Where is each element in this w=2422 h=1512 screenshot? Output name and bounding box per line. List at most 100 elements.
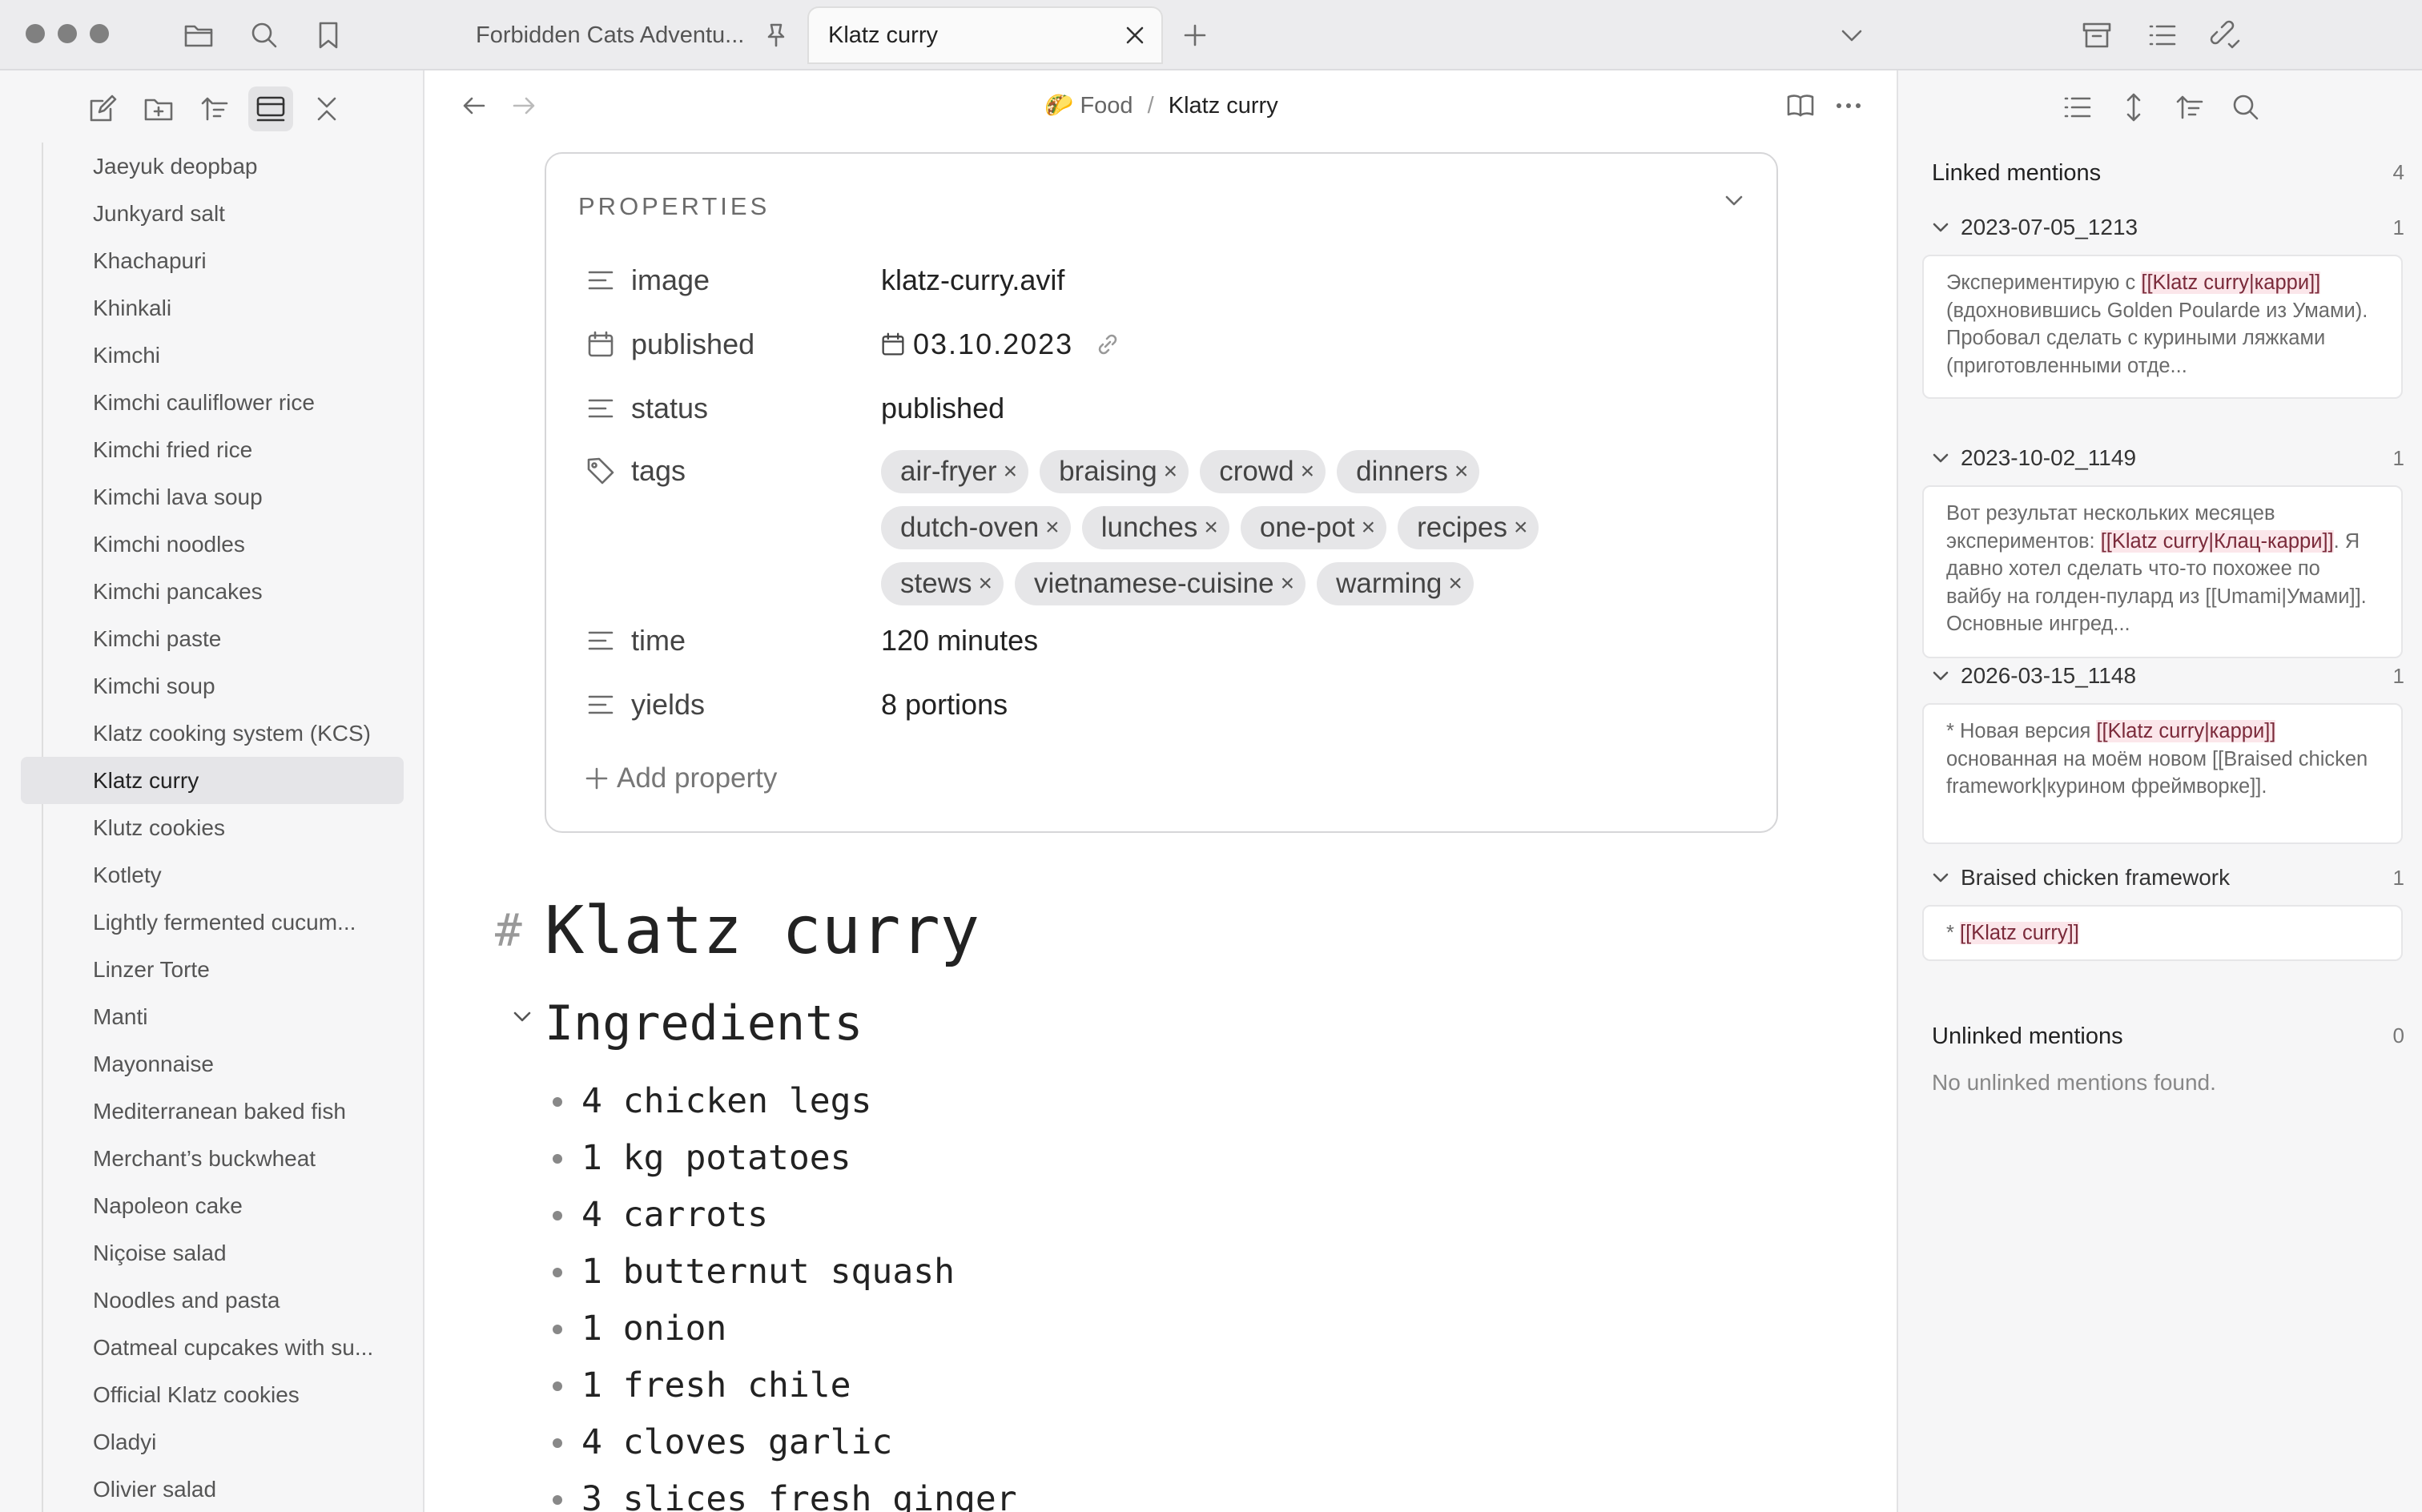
minimize-window-button[interactable] [58, 24, 77, 43]
mention-group-header[interactable]: 2023-07-05_1213 1 [1932, 215, 2404, 240]
fold-chevron-icon[interactable] [513, 1011, 532, 1023]
breadcrumb-folder[interactable]: Food [1080, 93, 1133, 119]
ingredient-item[interactable]: 1 fresh chile [545, 1357, 1017, 1414]
mention-source-name[interactable]: Braised chicken framework [1961, 865, 2393, 891]
pin-icon[interactable] [758, 17, 795, 54]
new-note-icon[interactable] [80, 86, 125, 131]
file-item[interactable]: Kimchi [21, 332, 404, 379]
file-item[interactable]: Kimchi fried rice [21, 426, 404, 473]
file-item[interactable]: Khinkali [21, 284, 404, 332]
collapse-properties-chevron-icon[interactable] [1724, 194, 1744, 208]
reading-view-icon[interactable] [1781, 86, 1820, 125]
mention-source-name[interactable]: 2023-07-05_1213 [1961, 215, 2393, 240]
collapse-all-icon[interactable] [304, 86, 349, 131]
mention-source-name[interactable]: 2023-10-02_1149 [1961, 445, 2393, 471]
tag-pill[interactable]: dinners × [1337, 450, 1480, 493]
note-content[interactable]: # Klatz curry Ingredients 4 chicken legs… [495, 887, 1017, 1512]
backlinks-icon[interactable] [2209, 19, 2241, 51]
mention-source-name[interactable]: 2026-03-15_1148 [1961, 663, 2393, 689]
sort-icon[interactable] [2171, 88, 2209, 127]
section-heading[interactable]: Ingredients [513, 991, 863, 1056]
tag-pill[interactable]: braising × [1040, 450, 1189, 493]
file-item[interactable]: Mayonnaise [21, 1040, 404, 1088]
ingredient-item[interactable]: 1 kg potatoes [545, 1130, 1017, 1187]
file-item[interactable]: Official Klatz cookies [21, 1371, 404, 1418]
ingredient-item[interactable]: 4 chicken legs [545, 1073, 1017, 1130]
note-title-heading[interactable]: # Klatz curry [495, 887, 980, 975]
tag-pill[interactable]: lunches × [1081, 506, 1229, 549]
breadcrumb-current[interactable]: Klatz curry [1169, 93, 1278, 119]
file-item[interactable]: Linzer Torte [21, 946, 404, 993]
remove-tag-icon[interactable]: × [1281, 570, 1295, 597]
tab-forbidden-cats[interactable]: Forbidden Cats Adventu... [458, 8, 803, 62]
file-item[interactable]: Junkyard salt [21, 190, 404, 237]
property-value[interactable]: published [881, 388, 1004, 429]
tag-pill[interactable]: recipes × [1398, 506, 1539, 549]
excerpt-link[interactable]: [[Klatz curry|карри]] [2096, 720, 2276, 742]
link-icon[interactable] [1096, 332, 1120, 356]
property-time[interactable]: time 120 minutes [585, 620, 1038, 662]
zoom-window-button[interactable] [90, 24, 109, 43]
tag-pill[interactable]: crowd × [1200, 450, 1326, 493]
chevron-down-icon[interactable] [1932, 670, 1949, 682]
excerpt-link[interactable]: [[Klatz curry|карри]] [2141, 271, 2321, 294]
tag-pill[interactable]: air-fryer × [881, 450, 1029, 493]
excerpt-link[interactable]: [[Klatz curry]] [1960, 922, 2079, 944]
file-item[interactable]: Manti [21, 993, 404, 1040]
mention-excerpt-card[interactable]: * Новая версия [[Klatz curry|карри]] осн… [1922, 703, 2403, 844]
ingredient-item[interactable]: 4 cloves garlic [545, 1414, 1017, 1471]
file-item[interactable]: Oatmeal cupcakes with su... [21, 1324, 404, 1371]
file-item[interactable]: Kimchi cauliflower rice [21, 379, 404, 426]
file-item[interactable]: Kimchi soup [21, 662, 404, 710]
file-item[interactable]: Noodles and pasta [21, 1277, 404, 1324]
chevron-down-icon[interactable] [1932, 222, 1949, 233]
remove-tag-icon[interactable]: × [1514, 514, 1528, 541]
remove-tag-icon[interactable]: × [1045, 514, 1060, 541]
bookmark-icon[interactable] [312, 19, 344, 51]
property-status[interactable]: status published [585, 388, 1004, 429]
property-value[interactable]: 8 portions [881, 684, 1008, 726]
more-options-icon[interactable] [1829, 86, 1868, 125]
property-published[interactable]: published 03.10.2023 [585, 324, 1120, 365]
tab-klatz-curry[interactable]: Klatz curry [809, 8, 1161, 62]
tag-pill[interactable]: dutch-oven × [881, 506, 1071, 549]
mention-group-header[interactable]: Braised chicken framework 1 [1932, 865, 2404, 891]
file-item[interactable]: Merchant’s buckwheat [21, 1135, 404, 1182]
file-item[interactable]: Niçoise salad [21, 1229, 404, 1277]
mention-group-header[interactable]: 2026-03-15_1148 1 [1932, 663, 2404, 689]
file-item[interactable]: Jaeyuk deopbap [21, 143, 404, 190]
ingredient-item[interactable]: 1 butternut squash [545, 1244, 1017, 1301]
tag-pill[interactable]: one-pot × [1240, 506, 1387, 549]
file-item[interactable]: Kimchi paste [21, 615, 404, 662]
file-item[interactable]: Olivier salad [21, 1466, 404, 1512]
property-value[interactable]: 120 minutes [881, 620, 1038, 662]
search-icon[interactable] [248, 19, 280, 51]
search-icon[interactable] [2227, 88, 2265, 127]
expand-collapse-icon[interactable] [2114, 88, 2153, 127]
mention-excerpt-card[interactable]: Вот результат нескольких месяцев экспери… [1922, 485, 2403, 658]
property-tags[interactable]: tags air-fryer × braising × crowd × dinners × du… [585, 450, 1602, 605]
remove-tag-icon[interactable]: × [1362, 514, 1376, 541]
file-item[interactable]: Klatz cooking system (KCS) [21, 710, 404, 757]
remove-tag-icon[interactable]: × [1164, 458, 1178, 485]
remove-tag-icon[interactable]: × [1301, 458, 1315, 485]
auto-reveal-icon[interactable] [248, 86, 293, 131]
file-item[interactable]: Oladyi [21, 1418, 404, 1466]
mention-group-header[interactable]: 2023-10-02_1149 1 [1932, 445, 2404, 471]
file-item[interactable]: Lightly fermented cucum... [21, 899, 404, 946]
published-date[interactable]: 03.10.2023 [913, 324, 1073, 365]
add-property-button[interactable]: Add property [585, 762, 777, 794]
tag-pill[interactable]: stews × [881, 562, 1004, 605]
property-value[interactable]: 03.10.2023 [881, 324, 1120, 365]
file-item[interactable]: Khachapuri [21, 237, 404, 284]
property-image[interactable]: image klatz-curry.avif [585, 259, 1064, 301]
remove-tag-icon[interactable]: × [1454, 458, 1469, 485]
ingredient-item[interactable]: 1 onion [545, 1301, 1017, 1357]
mention-excerpt-card[interactable]: * [[Klatz curry]] [1922, 905, 2403, 961]
remove-tag-icon[interactable]: × [978, 570, 992, 597]
file-item[interactable]: Kotlety [21, 851, 404, 899]
close-tab-icon[interactable] [1116, 17, 1153, 54]
file-item[interactable]: Mediterranean baked fish [21, 1088, 404, 1135]
remove-tag-icon[interactable]: × [1004, 458, 1018, 485]
tag-pill[interactable]: vietnamese-cuisine × [1015, 562, 1306, 605]
